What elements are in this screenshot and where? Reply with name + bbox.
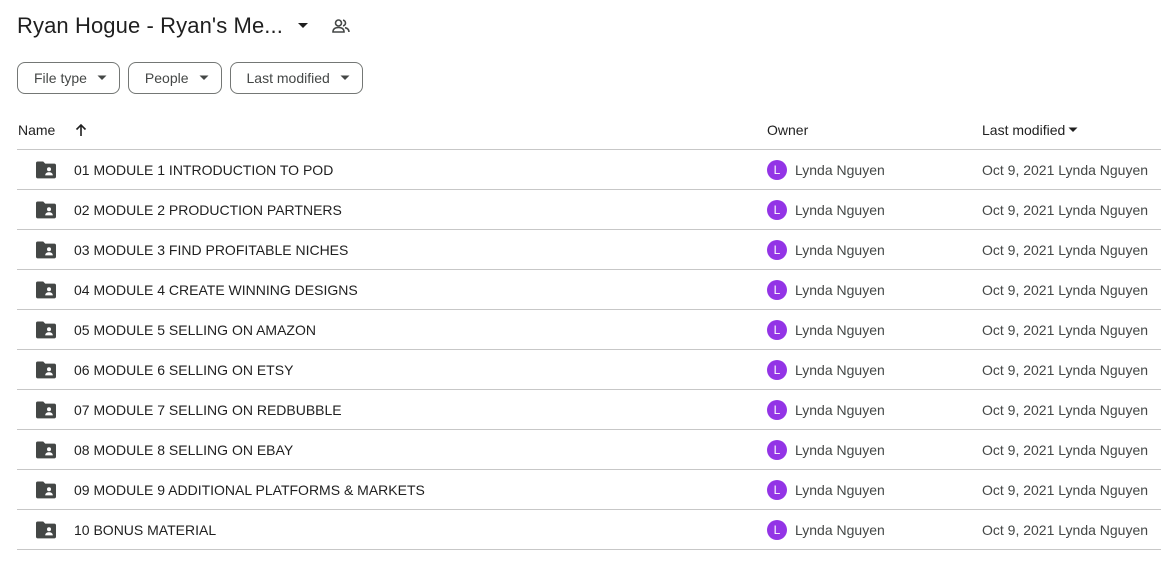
last-modified: Oct 9, 2021 Lynda Nguyen (982, 282, 1149, 298)
owner-name: Lynda Nguyen (795, 162, 885, 178)
owner-name: Lynda Nguyen (795, 482, 885, 498)
table-row[interactable]: 02 MODULE 2 PRODUCTION PARTNERS L Lynda … (17, 190, 1161, 230)
arrow-upward-icon[interactable] (75, 123, 87, 137)
column-header-owner[interactable]: Owner (767, 122, 808, 138)
shared-folder-icon (35, 440, 57, 460)
table-header: Name Owner Last modified (17, 110, 1161, 150)
filter-label: People (144, 70, 189, 86)
shared-folder-icon (35, 360, 57, 380)
table-row[interactable]: 10 BONUS MATERIAL L Lynda Nguyen Oct 9, … (17, 510, 1161, 550)
owner-cell: L Lynda Nguyen (767, 440, 885, 460)
last-modified: Oct 9, 2021 Lynda Nguyen (982, 202, 1149, 218)
owner-cell: L Lynda Nguyen (767, 400, 885, 420)
filter-file-type[interactable]: File type (17, 62, 120, 94)
owner-name: Lynda Nguyen (795, 242, 885, 258)
folder-title[interactable]: Ryan Hogue - Ryan's Me... (17, 13, 283, 39)
file-name: 04 MODULE 4 CREATE WINNING DESIGNS (74, 282, 358, 298)
owner-cell: L Lynda Nguyen (767, 480, 885, 500)
file-name: 03 MODULE 3 FIND PROFITABLE NICHES (74, 242, 349, 258)
shared-folder-icon (35, 480, 57, 500)
owner-cell: L Lynda Nguyen (767, 520, 885, 540)
owner-cell: L Lynda Nguyen (767, 280, 885, 300)
last-modified: Oct 9, 2021 Lynda Nguyen (982, 242, 1149, 258)
file-name: 09 MODULE 9 ADDITIONAL PLATFORMS & MARKE… (74, 482, 425, 498)
column-label: Last modified (982, 122, 1066, 138)
table-row[interactable]: 07 MODULE 7 SELLING ON REDBUBBLE L Lynda… (17, 390, 1161, 430)
table-row[interactable]: 03 MODULE 3 FIND PROFITABLE NICHES L Lyn… (17, 230, 1161, 270)
table-row[interactable]: 05 MODULE 5 SELLING ON AMAZON L Lynda Ng… (17, 310, 1161, 350)
owner-name: Lynda Nguyen (795, 442, 885, 458)
owner-name: Lynda Nguyen (795, 402, 885, 418)
table-row[interactable]: 01 MODULE 1 INTRODUCTION TO POD L Lynda … (17, 150, 1161, 190)
avatar: L (767, 480, 787, 500)
shared-folder-icon (35, 160, 57, 180)
filter-label: File type (34, 70, 87, 86)
avatar: L (767, 160, 787, 180)
column-header-name[interactable]: Name (18, 122, 87, 138)
last-modified: Oct 9, 2021 Lynda Nguyen (982, 522, 1149, 538)
avatar: L (767, 320, 787, 340)
file-name: 10 BONUS MATERIAL (74, 522, 217, 538)
shared-folder-icon (35, 400, 57, 420)
arrow-drop-down-icon[interactable] (289, 12, 317, 40)
owner-name: Lynda Nguyen (795, 322, 885, 338)
shared-folder-icon (35, 240, 57, 260)
filter-people[interactable]: People (127, 62, 222, 94)
file-name: 02 MODULE 2 PRODUCTION PARTNERS (74, 202, 342, 218)
owner-cell: L Lynda Nguyen (767, 240, 885, 260)
file-name: 07 MODULE 7 SELLING ON REDBUBBLE (74, 402, 342, 418)
arrow-drop-down-icon (199, 75, 209, 81)
file-name: 08 MODULE 8 SELLING ON EBAY (74, 442, 294, 458)
arrow-drop-down-icon (340, 75, 350, 81)
avatar: L (767, 400, 787, 420)
shared-folder-icon (35, 280, 57, 300)
last-modified: Oct 9, 2021 Lynda Nguyen (982, 322, 1149, 338)
file-list: 01 MODULE 1 INTRODUCTION TO POD L Lynda … (17, 150, 1161, 550)
last-modified: Oct 9, 2021 Lynda Nguyen (982, 482, 1149, 498)
column-header-last-modified[interactable]: Last modified (982, 122, 1078, 138)
table-row[interactable]: 06 MODULE 6 SELLING ON ETSY L Lynda Nguy… (17, 350, 1161, 390)
last-modified: Oct 9, 2021 Lynda Nguyen (982, 362, 1149, 378)
drive-folder-view: Ryan Hogue - Ryan's Me... File type Peop… (0, 0, 1161, 562)
last-modified: Oct 9, 2021 Lynda Nguyen (982, 442, 1149, 458)
people-icon[interactable] (327, 12, 355, 40)
shared-folder-icon (35, 200, 57, 220)
filter-last-modified[interactable]: Last modified (229, 62, 363, 94)
last-modified: Oct 9, 2021 Lynda Nguyen (982, 162, 1149, 178)
owner-cell: L Lynda Nguyen (767, 360, 885, 380)
table-row[interactable]: 04 MODULE 4 CREATE WINNING DESIGNS L Lyn… (17, 270, 1161, 310)
owner-cell: L Lynda Nguyen (767, 320, 885, 340)
filter-label: Last modified (246, 70, 330, 86)
avatar: L (767, 200, 787, 220)
file-name: 05 MODULE 5 SELLING ON AMAZON (74, 322, 316, 338)
shared-folder-icon (35, 320, 57, 340)
last-modified: Oct 9, 2021 Lynda Nguyen (982, 402, 1149, 418)
file-name: 01 MODULE 1 INTRODUCTION TO POD (74, 162, 334, 178)
table-row[interactable]: 08 MODULE 8 SELLING ON EBAY L Lynda Nguy… (17, 430, 1161, 470)
file-name: 06 MODULE 6 SELLING ON ETSY (74, 362, 294, 378)
folder-title-bar: Ryan Hogue - Ryan's Me... (17, 10, 355, 42)
avatar: L (767, 360, 787, 380)
filter-bar: File type People Last modified (17, 62, 363, 94)
arrow-drop-down-icon (1068, 127, 1078, 133)
table-row[interactable]: 09 MODULE 9 ADDITIONAL PLATFORMS & MARKE… (17, 470, 1161, 510)
shared-folder-icon (35, 520, 57, 540)
owner-name: Lynda Nguyen (795, 522, 885, 538)
owner-cell: L Lynda Nguyen (767, 160, 885, 180)
avatar: L (767, 280, 787, 300)
avatar: L (767, 440, 787, 460)
avatar: L (767, 520, 787, 540)
owner-name: Lynda Nguyen (795, 202, 885, 218)
owner-name: Lynda Nguyen (795, 282, 885, 298)
avatar: L (767, 240, 787, 260)
owner-name: Lynda Nguyen (795, 362, 885, 378)
arrow-drop-down-icon (97, 75, 107, 81)
column-label: Name (18, 122, 56, 138)
owner-cell: L Lynda Nguyen (767, 200, 885, 220)
